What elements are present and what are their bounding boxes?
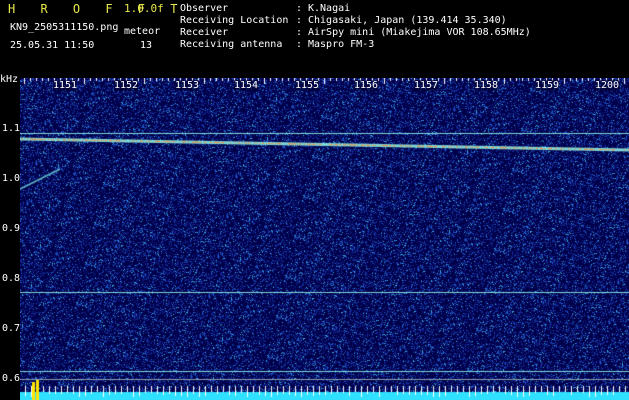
- info-value: AirSpy mini (Miakejima VOR 108.65MHz): [308, 27, 531, 38]
- info-value: Chigasaki, Japan (139.414 35.340): [308, 15, 507, 26]
- mode-label: meteor: [124, 26, 161, 37]
- info-key: Receiving Location: [180, 15, 289, 26]
- x-tick-label: 1200: [594, 80, 620, 91]
- detection-count: 13: [140, 40, 153, 51]
- info-key: Receiver: [180, 27, 229, 38]
- info-colon: :: [296, 39, 303, 50]
- info-row-antenna: Receiving antenna: Maspro FM-3: [180, 39, 374, 50]
- info-value: Maspro FM-3: [308, 39, 375, 50]
- info-value: K.Nagai: [308, 3, 351, 14]
- x-tick-label: 1153: [174, 80, 200, 91]
- y-tick-label: 1.1: [2, 123, 21, 134]
- info-row-location: Receiving Location: Chigasaki, Japan (139…: [180, 15, 507, 26]
- header-panel: H R O F F T 1.0.0f KN9_2505311150.png me…: [0, 0, 629, 77]
- x-tick-label: 1158: [473, 80, 499, 91]
- app-version: 1.0.0f: [124, 2, 164, 15]
- info-key: Receiving antenna: [180, 39, 283, 50]
- info-colon: :: [296, 3, 303, 14]
- file-name: KN9_2505311150.png: [10, 22, 119, 33]
- y-tick-label: 1.0: [2, 173, 21, 184]
- y-tick-label: 0.7: [2, 323, 21, 334]
- info-colon: :: [296, 27, 303, 38]
- x-tick-label: 1159: [534, 80, 560, 91]
- info-row-receiver: Receiver: AirSpy mini (Miakejima VOR 108.…: [180, 27, 531, 38]
- x-tick-label: 1155: [294, 80, 320, 91]
- info-row-observer: Observer: K.Nagai: [180, 3, 350, 14]
- spectrogram: [20, 78, 629, 400]
- x-tick-label: 1154: [233, 80, 259, 91]
- x-tick-label: 1151: [52, 80, 78, 91]
- x-tick-label: 1152: [113, 80, 139, 91]
- info-colon: :: [296, 15, 303, 26]
- x-tick-label: 1157: [413, 80, 439, 91]
- info-key: Observer: [180, 3, 229, 14]
- y-tick-label: 0.6: [2, 373, 21, 384]
- y-tick-label: 0.8: [2, 273, 21, 284]
- y-axis-unit: kHz: [0, 74, 19, 85]
- x-tick-label: 1156: [353, 80, 379, 91]
- date-time: 25.05.31 11:50: [10, 40, 95, 51]
- y-tick-label: 0.9: [2, 223, 21, 234]
